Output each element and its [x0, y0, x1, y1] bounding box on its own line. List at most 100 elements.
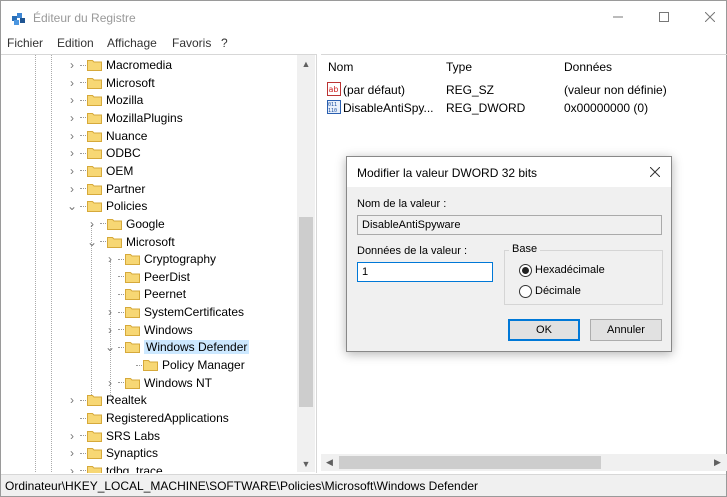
tree-item-label: Windows	[144, 322, 193, 337]
tree-guide-line	[35, 55, 36, 473]
tree-item[interactable]: › tdbg_trace	[67, 462, 163, 473]
tree-item-label: Cryptography	[144, 252, 217, 267]
tree-item-label: Windows NT	[144, 375, 213, 390]
chevron-right-icon[interactable]: ›	[67, 182, 77, 196]
tree-item[interactable]: › Microsoft	[67, 74, 155, 92]
column-header-name[interactable]: Nom	[328, 60, 353, 74]
tree-item[interactable]: ⌄ Windows Defender	[105, 338, 250, 356]
tree-item[interactable]: › Windows	[105, 321, 193, 339]
dialog-title: Modifier la valeur DWORD 32 bits	[357, 166, 538, 180]
tree-item-label: RegisteredApplications	[106, 411, 229, 425]
folder-open-icon	[125, 342, 140, 354]
tree-item[interactable]: ⌄ Microsoft	[87, 233, 175, 251]
column-header-type[interactable]: Type	[446, 60, 472, 74]
tree-item[interactable]: › SystemCertificates	[105, 303, 244, 321]
column-header-data[interactable]: Données	[564, 60, 612, 74]
chevron-down-icon[interactable]: ⌄	[87, 235, 97, 249]
edit-dword-dialog: Modifier la valeur DWORD 32 bits Nom de …	[346, 156, 672, 352]
chevron-right-icon[interactable]: ›	[67, 111, 77, 125]
folder-icon	[87, 413, 102, 424]
cancel-button[interactable]: Annuler	[590, 319, 662, 341]
tree-connector	[100, 223, 106, 225]
tree-item[interactable]: › Cryptography	[105, 250, 216, 268]
tree-item-label: Realtek	[106, 393, 147, 408]
tree-item[interactable]: › Google	[87, 215, 165, 233]
svg-text:110: 110	[328, 108, 337, 114]
tree-item[interactable]: › Windows NT	[105, 374, 212, 392]
menu-edition[interactable]: Edition	[57, 36, 94, 50]
title-bar[interactable]: Éditeur du Registre	[1, 1, 726, 35]
value-data-input[interactable]: 1	[357, 262, 493, 282]
tree-connector	[67, 413, 77, 423]
scroll-right-icon[interactable]: ▶	[709, 454, 726, 471]
tree-item[interactable]: › OEM	[67, 162, 133, 180]
close-button[interactable]	[687, 1, 727, 33]
menu-fichier[interactable]: Fichier	[7, 36, 43, 50]
chevron-right-icon[interactable]: ›	[105, 323, 115, 337]
tree-item[interactable]: › ODBC	[67, 144, 141, 162]
chevron-down-icon[interactable]: ⌄	[67, 199, 77, 213]
radio-decimal[interactable]: Décimale	[519, 284, 581, 298]
tree-guide-line	[51, 55, 52, 473]
list-horizontal-scrollbar[interactable]: ◀ ▶	[321, 454, 727, 471]
chevron-right-icon[interactable]: ›	[67, 129, 77, 143]
scroll-thumb[interactable]	[299, 217, 313, 407]
value-data-label: Données de la valeur :	[357, 245, 468, 257]
menu-help[interactable]: ?	[221, 36, 228, 50]
maximize-button[interactable]	[641, 1, 687, 33]
minimize-button[interactable]	[595, 1, 641, 33]
chevron-down-icon[interactable]: ⌄	[105, 340, 115, 354]
tree-vertical-scrollbar[interactable]: ▲ ▼	[297, 55, 315, 472]
chevron-right-icon[interactable]: ›	[67, 164, 77, 178]
menu-favoris[interactable]: Favoris	[172, 36, 211, 50]
folder-icon	[143, 360, 158, 372]
scroll-thumb[interactable]	[339, 456, 601, 469]
tree-connector	[118, 311, 124, 313]
chevron-right-icon[interactable]: ›	[105, 376, 115, 390]
tree-item[interactable]: › Realtek	[67, 391, 147, 409]
tree-item[interactable]: › SRS Labs	[67, 427, 160, 445]
tree-item[interactable]: Peernet	[105, 285, 186, 303]
chevron-right-icon[interactable]: ›	[67, 464, 77, 473]
tree-item[interactable]: › Mozilla	[67, 91, 143, 109]
radio-hexadecimal[interactable]: Hexadécimale	[519, 263, 605, 277]
tree-item[interactable]: ⌄ Policies	[67, 197, 147, 215]
tree-item[interactable]: › Macromedia	[67, 56, 172, 74]
chevron-right-icon[interactable]: ›	[67, 429, 77, 443]
tree-item[interactable]: › Partner	[67, 180, 145, 198]
tree-item-label: Windows Defender	[144, 340, 250, 355]
chevron-right-icon[interactable]: ›	[105, 305, 115, 319]
ok-button[interactable]: OK	[508, 319, 580, 341]
radio-unchecked-icon[interactable]	[519, 284, 532, 298]
chevron-right-icon[interactable]: ›	[87, 217, 97, 231]
tree-item[interactable]: RegisteredApplications	[67, 409, 229, 427]
key-tree[interactable]: › Macromedia › Microsoft › Mozilla › MozillaPlu…	[1, 54, 317, 473]
chevron-right-icon[interactable]: ›	[105, 252, 115, 266]
dword-value-icon: 011 110	[327, 100, 341, 114]
chevron-right-icon[interactable]: ›	[67, 146, 77, 160]
list-item[interactable]: 011 110 DisableAntiSpy... REG_DWORD 0x00…	[327, 99, 725, 117]
list-item[interactable]: ab (par défaut) REG_SZ (valeur non défin…	[327, 81, 725, 99]
chevron-right-icon[interactable]: ›	[67, 393, 77, 407]
tree-item[interactable]: Policy Manager	[123, 356, 245, 374]
chevron-right-icon[interactable]: ›	[67, 93, 77, 107]
tree-item[interactable]: › Nuance	[67, 127, 147, 145]
folder-icon	[125, 254, 140, 266]
menu-bar: Fichier Edition Affichage Favoris ?	[1, 35, 726, 53]
dialog-title-bar[interactable]: Modifier la valeur DWORD 32 bits	[347, 157, 671, 187]
scroll-left-icon[interactable]: ◀	[321, 454, 338, 471]
tree-item[interactable]: PeerDist	[105, 268, 190, 286]
dialog-close-button[interactable]	[643, 160, 667, 184]
folder-open-icon	[87, 201, 102, 213]
scroll-up-icon[interactable]: ▲	[297, 55, 315, 72]
chevron-right-icon[interactable]: ›	[67, 58, 77, 72]
chevron-right-icon[interactable]: ›	[67, 446, 77, 460]
folder-icon	[125, 324, 140, 336]
scroll-down-icon[interactable]: ▼	[297, 455, 315, 472]
radio-checked-icon[interactable]	[519, 263, 532, 277]
tree-item[interactable]: › Synaptics	[67, 444, 158, 462]
chevron-right-icon[interactable]: ›	[67, 76, 77, 90]
tree-item-label: Nuance	[106, 128, 148, 143]
menu-affichage[interactable]: Affichage	[107, 36, 157, 50]
tree-item[interactable]: › MozillaPlugins	[67, 109, 183, 127]
